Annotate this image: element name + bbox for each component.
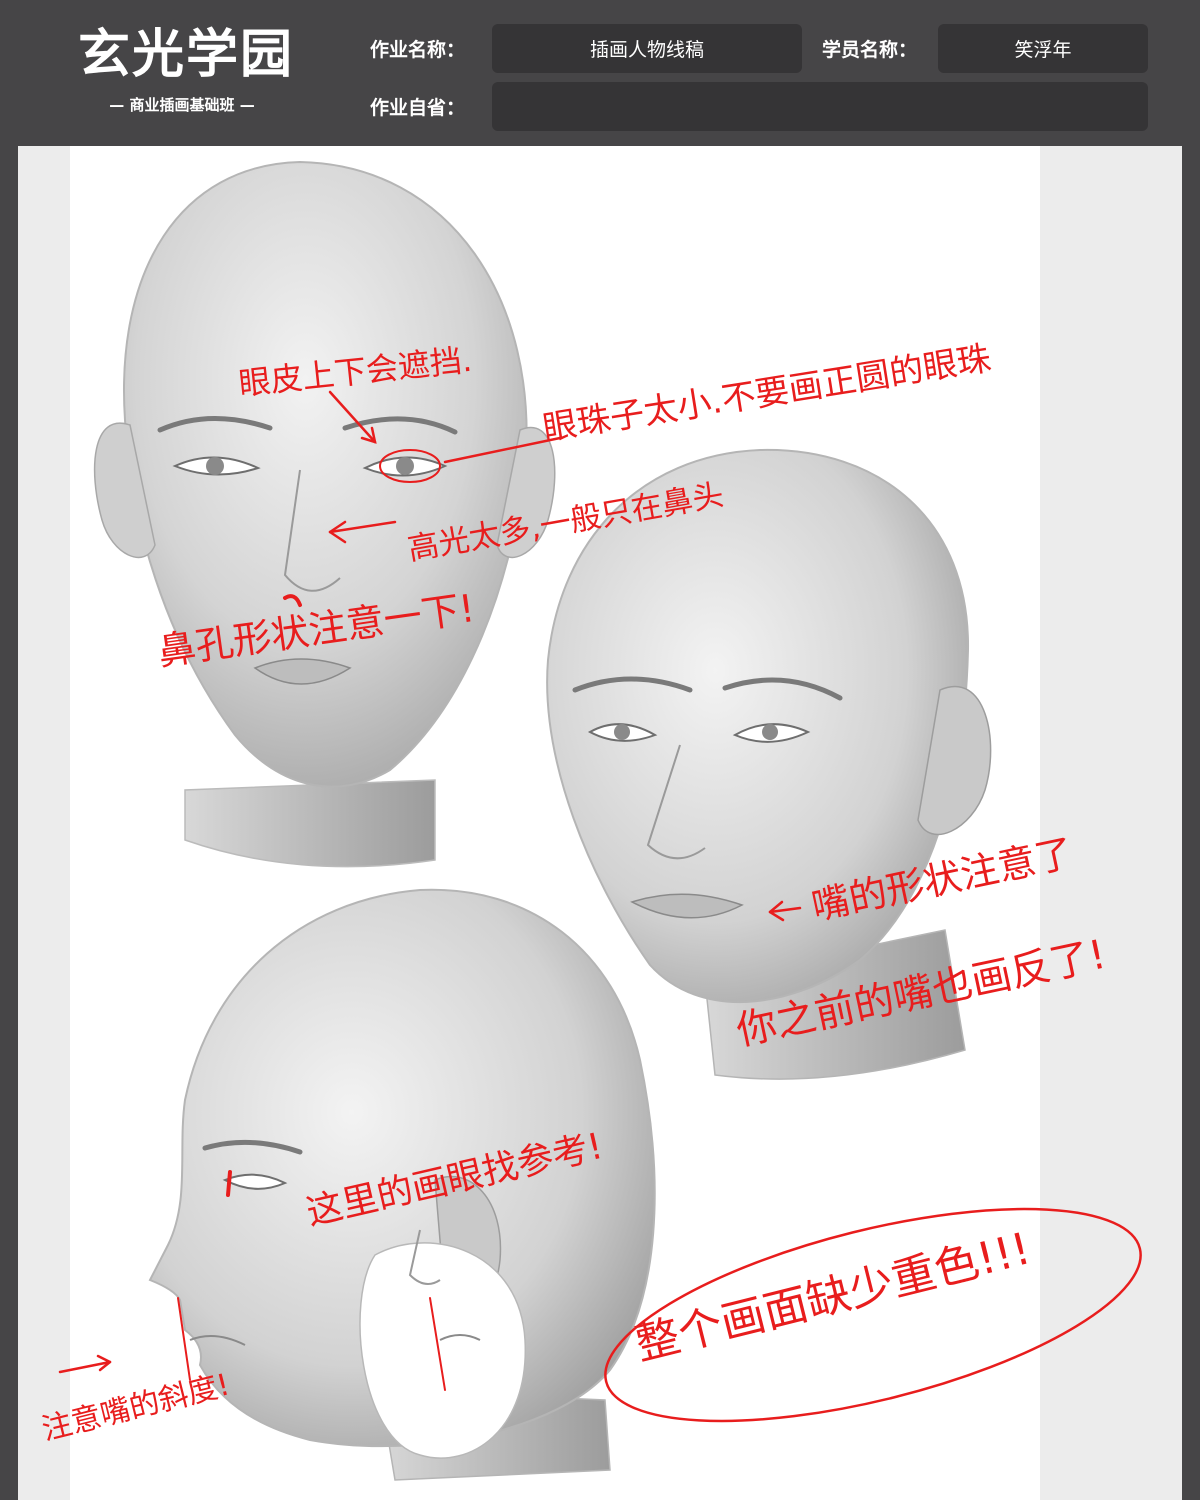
lip-angle-note: 注意嘴的斜度! bbox=[38, 1367, 233, 1447]
artwork-illustration: 眼皮上下会遮挡. 眼珠子太小.不要画正圆的眼珠 高光太多,一般只在鼻头 鼻孔形状… bbox=[38, 160, 1142, 1481]
eyeball-note: 眼珠子太小.不要画正圆的眼珠 bbox=[540, 339, 993, 449]
overall-color-note: 整个画面缺少重色!!! bbox=[630, 1223, 1035, 1370]
inset-detail-frame bbox=[359, 1242, 526, 1459]
front-head-drawing bbox=[93, 160, 556, 868]
